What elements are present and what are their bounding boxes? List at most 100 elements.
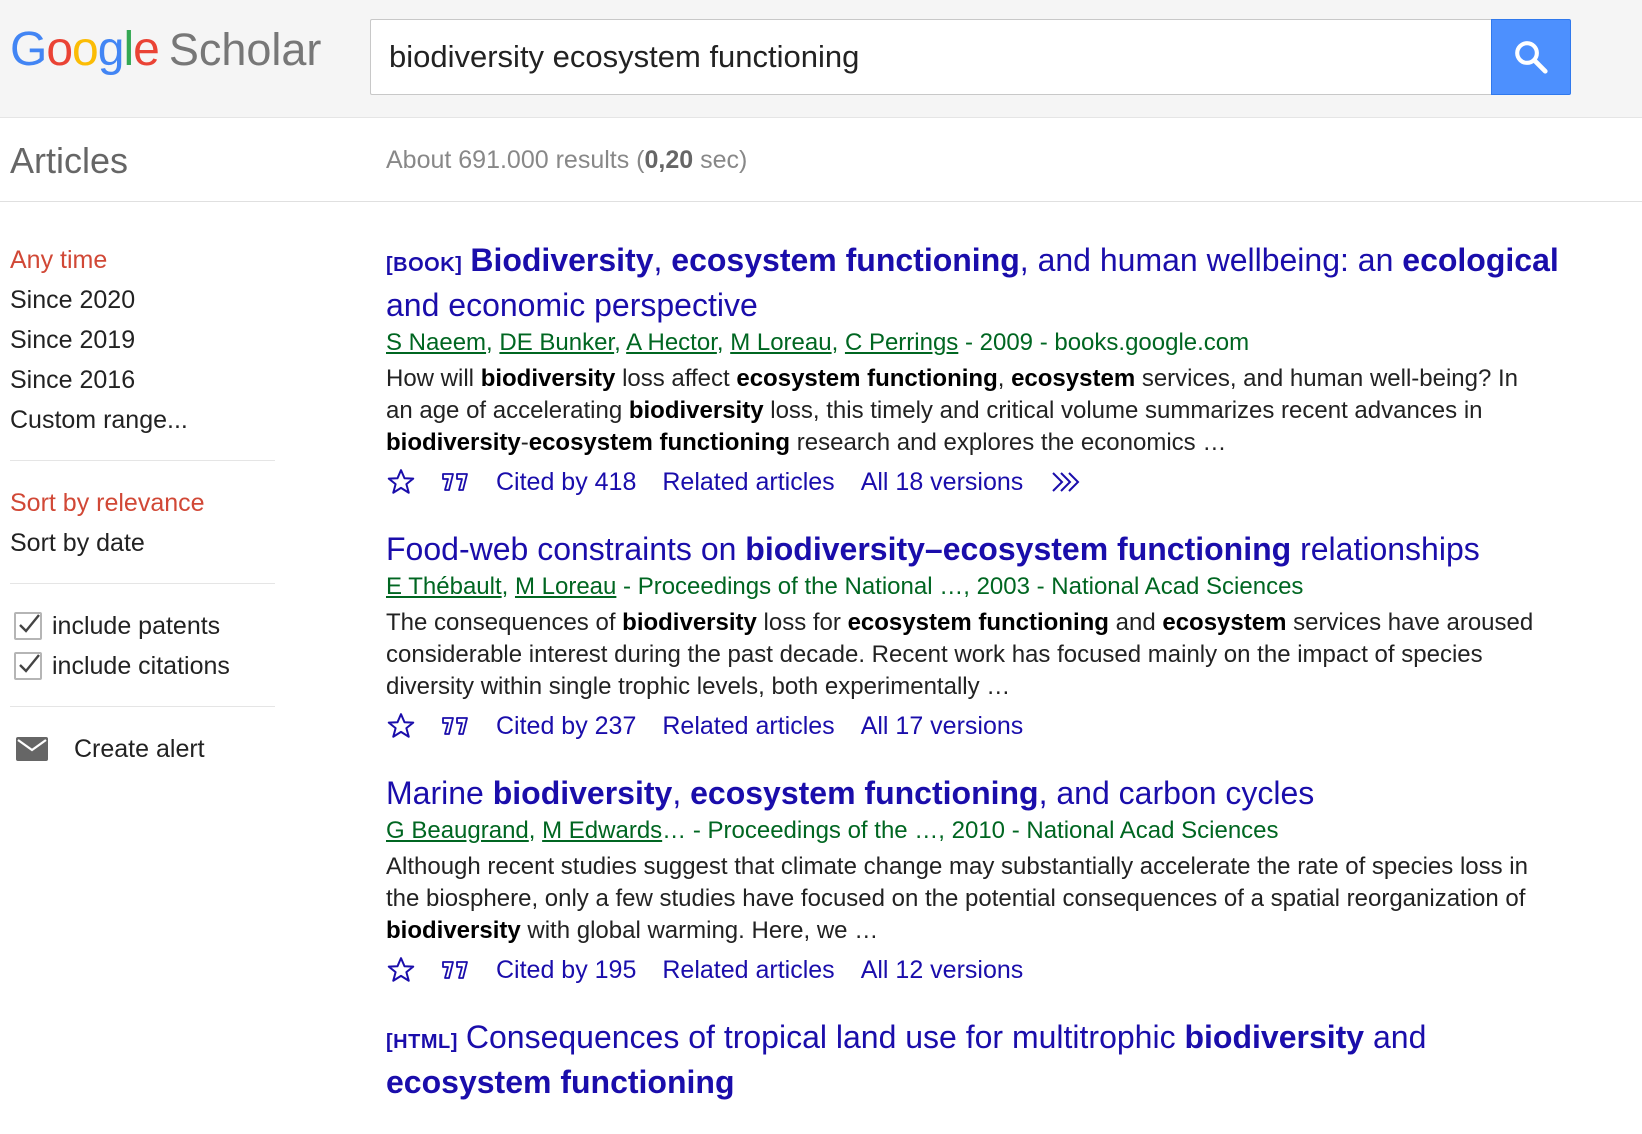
time-filter-item[interactable]: Since 2020: [10, 280, 275, 320]
time-filter-item[interactable]: Custom range...: [10, 400, 275, 440]
save-star-icon[interactable]: [386, 711, 416, 741]
result-source: - Proceedings of the National …, 2003 - …: [616, 573, 1304, 600]
result-meta: S Naeem, DE Bunker, A Hector, M Loreau, …: [386, 329, 1250, 356]
results-subheader: Articles About 691.000 results (0,20 sec…: [0, 118, 1642, 202]
logo-letter: G: [10, 23, 47, 76]
cite-quote-icon[interactable]: [440, 470, 472, 494]
sort-option-list: Sort by relevance Sort by date: [10, 483, 275, 563]
result-item: [BOOK] Biodiversity, ecosystem functionin…: [386, 240, 1586, 503]
result-source: - 2009 - books.google.com: [958, 329, 1250, 356]
result-stats: About 691.000 results (0,20 sec): [386, 146, 747, 175]
author-link[interactable]: M Loreau: [730, 329, 831, 356]
time-filter-item[interactable]: Since 2016: [10, 360, 275, 400]
snippet-fragment: and: [1108, 609, 1163, 636]
cite-quote-icon[interactable]: [440, 958, 472, 982]
title-fragment: biodiversity: [1184, 1019, 1365, 1055]
header-bar: Google Scholar: [0, 0, 1642, 118]
snippet-fragment: How will: [386, 365, 481, 392]
snippet-fragment: biodiversity: [386, 429, 521, 456]
snippet-fragment: ecosystem: [1162, 609, 1287, 636]
title-fragment: Biodiversity: [470, 242, 654, 278]
sort-option-item[interactable]: Sort by relevance: [10, 483, 275, 523]
snippet-fragment: loss for: [756, 609, 848, 636]
author-link[interactable]: DE Bunker: [499, 329, 614, 356]
results-list: [BOOK] Biodiversity, ecosystem functionin…: [386, 240, 1586, 1128]
author-link[interactable]: M Edwards: [542, 817, 662, 844]
title-fragment: ecological: [1402, 242, 1559, 278]
cited-by-link[interactable]: Cited by 418: [496, 468, 636, 497]
result-title-link[interactable]: [HTML] Consequences of tropical land use …: [386, 1017, 1586, 1102]
snippet-fragment: with global warming. Here, we …: [520, 917, 879, 944]
checkbox[interactable]: [14, 652, 42, 680]
search-icon: [1515, 41, 1548, 74]
author-link[interactable]: M Loreau: [515, 573, 616, 600]
title-fragment: Food-web constraints on: [386, 531, 746, 567]
snippet-fragment: The consequences of: [386, 609, 623, 636]
title-fragment: ecosystem functioning: [671, 242, 1020, 278]
result-title-link[interactable]: [BOOK] Biodiversity, ecosystem functionin…: [386, 240, 1586, 325]
related-articles-link[interactable]: Related articles: [662, 712, 834, 741]
all-versions-link[interactable]: All 12 versions: [861, 956, 1024, 985]
title-fragment: Consequences of tropical land use for mu…: [465, 1019, 1185, 1055]
logo-letter: g: [97, 23, 125, 76]
search-button[interactable]: [1491, 19, 1571, 95]
cite-quote-icon[interactable]: [440, 714, 472, 738]
sidebar: Any time Since 2020 Since 2019 Since 2016 Cu…: [10, 240, 275, 769]
result-meta: E Thébault, M Loreau - Proceedings of th…: [386, 573, 1304, 600]
title-fragment: and: [1364, 1019, 1427, 1055]
checkbox[interactable]: [14, 612, 42, 640]
envelope-icon: [16, 737, 48, 761]
title-fragment: , and carbon cycles: [1038, 775, 1315, 811]
save-star-icon[interactable]: [386, 955, 416, 985]
include-patents-checkbox[interactable]: include patents: [10, 606, 275, 646]
author-link[interactable]: E Thébault: [386, 573, 502, 600]
snippet-fragment: Although recent studies suggest that cli…: [386, 853, 1528, 912]
result-item: Food-web constraints on biodiversity–eco…: [386, 529, 1586, 747]
all-versions-link[interactable]: All 17 versions: [861, 712, 1024, 741]
time-filter-list: Any time Since 2020 Since 2019 Since 2016 Cu…: [10, 240, 275, 440]
author-link[interactable]: A Hector: [626, 329, 717, 356]
sort-option-item[interactable]: Sort by date: [10, 523, 275, 563]
logo-letter: l: [123, 23, 134, 76]
cited-by-link[interactable]: Cited by 237: [496, 712, 636, 741]
snippet-fragment: research and explores the economics …: [790, 429, 1227, 456]
time-filter-item[interactable]: Since 2019: [10, 320, 275, 360]
snippet-fragment: ,: [997, 365, 1012, 392]
result-type-tag: [HTML]: [386, 1031, 458, 1053]
result-actions: Cited by 195 Related articles All 12 versi…: [386, 949, 1586, 991]
search-input[interactable]: [371, 20, 1492, 94]
result-title-link[interactable]: Marine biodiversity, ecosystem functioni…: [386, 773, 1586, 813]
logo-letter: o: [72, 23, 99, 76]
time-filter-item[interactable]: Any time: [10, 240, 275, 280]
title-fragment: biodiversity–ecosystem functioning: [745, 531, 1292, 567]
include-citations-label: include citations: [52, 651, 230, 680]
stats-suffix: sec): [693, 146, 748, 174]
title-fragment: , and human wellbeing: an: [1019, 242, 1403, 278]
snippet-fragment: ecosystem functioning: [736, 365, 998, 392]
result-title-link[interactable]: Food-web constraints on biodiversity–eco…: [386, 529, 1586, 569]
save-star-icon[interactable]: [386, 467, 416, 497]
scholar-wordmark: Scholar: [168, 24, 322, 75]
include-patents-label: include patents: [52, 611, 221, 640]
title-fragment: Marine: [386, 775, 493, 811]
related-articles-link[interactable]: Related articles: [662, 468, 834, 497]
all-versions-link[interactable]: All 18 versions: [861, 468, 1024, 497]
search-box: [370, 19, 1492, 95]
divider: [10, 706, 275, 707]
google-scholar-logo[interactable]: Google Scholar: [10, 22, 321, 82]
include-citations-checkbox[interactable]: include citations: [10, 646, 275, 686]
divider: [10, 460, 275, 461]
more-chevrons-icon[interactable]: [1049, 470, 1081, 494]
author-link[interactable]: C Perrings: [845, 329, 958, 356]
snippet-fragment: biodiversity: [386, 917, 521, 944]
related-articles-link[interactable]: Related articles: [662, 956, 834, 985]
result-type-tag: [BOOK]: [386, 254, 463, 276]
author-link[interactable]: G Beaugrand: [386, 817, 529, 844]
create-alert-link[interactable]: Create alert: [10, 729, 275, 769]
author-link[interactable]: S Naeem: [386, 329, 486, 356]
cited-by-link[interactable]: Cited by 195: [496, 956, 636, 985]
authors-ellipsis: …: [662, 817, 687, 844]
result-snippet: The consequences of biodiversity loss fo…: [386, 607, 1546, 703]
checkmark-icon: [19, 654, 40, 673]
logo-letter: e: [133, 23, 160, 76]
